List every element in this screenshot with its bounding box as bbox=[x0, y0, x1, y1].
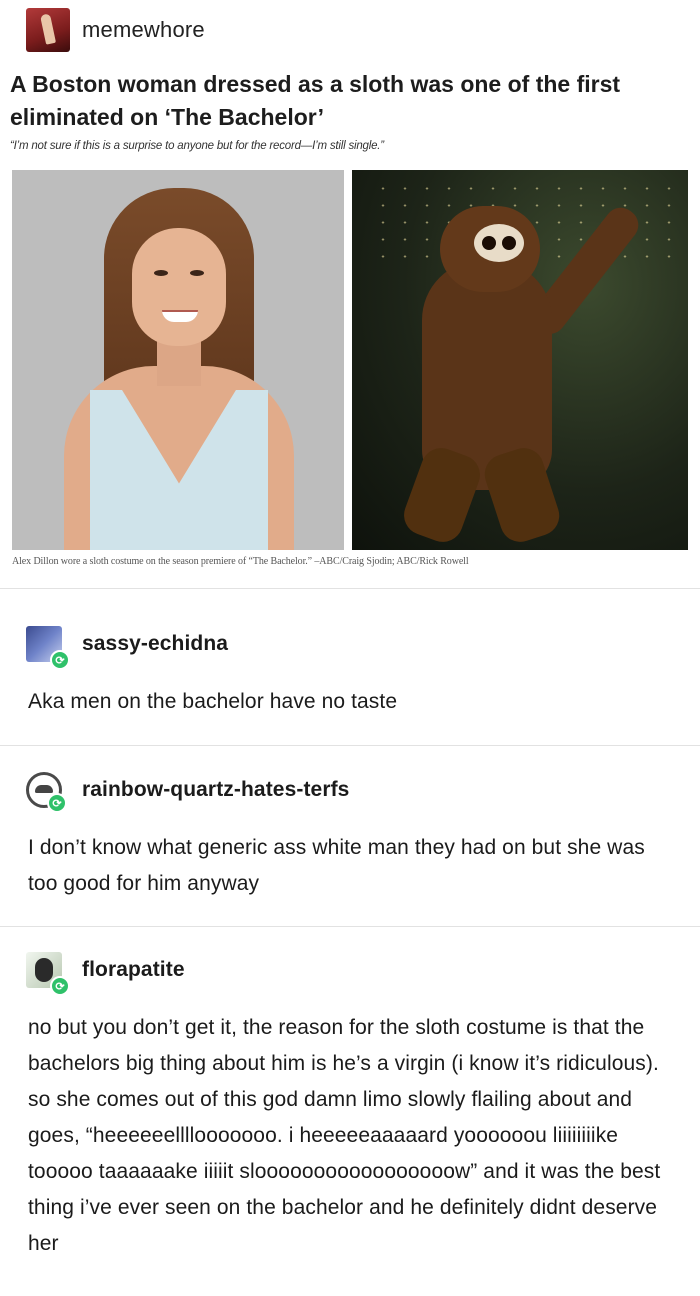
reblogger-username[interactable]: rainbow-quartz-hates-terfs bbox=[82, 778, 349, 802]
photo-caption: Alex Dillon wore a sloth costume on the … bbox=[12, 556, 469, 567]
reblogger-avatar[interactable]: ⟳ bbox=[26, 626, 70, 670]
reblogger-username[interactable]: sassy-echidna bbox=[82, 632, 228, 656]
reblog-header: ⟳ florapatite bbox=[26, 950, 185, 996]
divider bbox=[0, 745, 700, 746]
article-photos bbox=[12, 170, 688, 550]
woman-portrait-photo bbox=[12, 170, 344, 550]
reblogger-avatar[interactable]: ⟳ bbox=[26, 952, 70, 996]
reblogger-avatar[interactable]: ⟳ bbox=[26, 772, 67, 813]
reblogger-username[interactable]: florapatite bbox=[82, 958, 185, 982]
reblog-header: ⟳ sassy-echidna bbox=[26, 624, 228, 670]
op-username[interactable]: memewhore bbox=[82, 17, 205, 43]
reblog-icon: ⟳ bbox=[50, 650, 70, 670]
divider bbox=[0, 588, 700, 589]
article-subhead: “I’m not sure if this is a surprise to a… bbox=[10, 140, 384, 152]
op-header: memewhore bbox=[26, 8, 205, 52]
reblog-icon: ⟳ bbox=[50, 976, 70, 996]
sloth-costume-photo bbox=[352, 170, 688, 550]
article-headline: A Boston woman dressed as a sloth was on… bbox=[10, 71, 621, 130]
op-avatar[interactable] bbox=[26, 8, 70, 52]
divider bbox=[0, 926, 700, 927]
reblog-header: ⟳ rainbow-quartz-hates-terfs bbox=[26, 770, 349, 813]
reblog-comment: Aka men on the bachelor have no taste bbox=[28, 690, 398, 713]
reblog-comment: no but you don’t get it, the reason for … bbox=[28, 1016, 661, 1255]
reblog-comment: I don’t know what generic ass white man … bbox=[28, 836, 645, 895]
reblog-icon: ⟳ bbox=[47, 793, 67, 813]
